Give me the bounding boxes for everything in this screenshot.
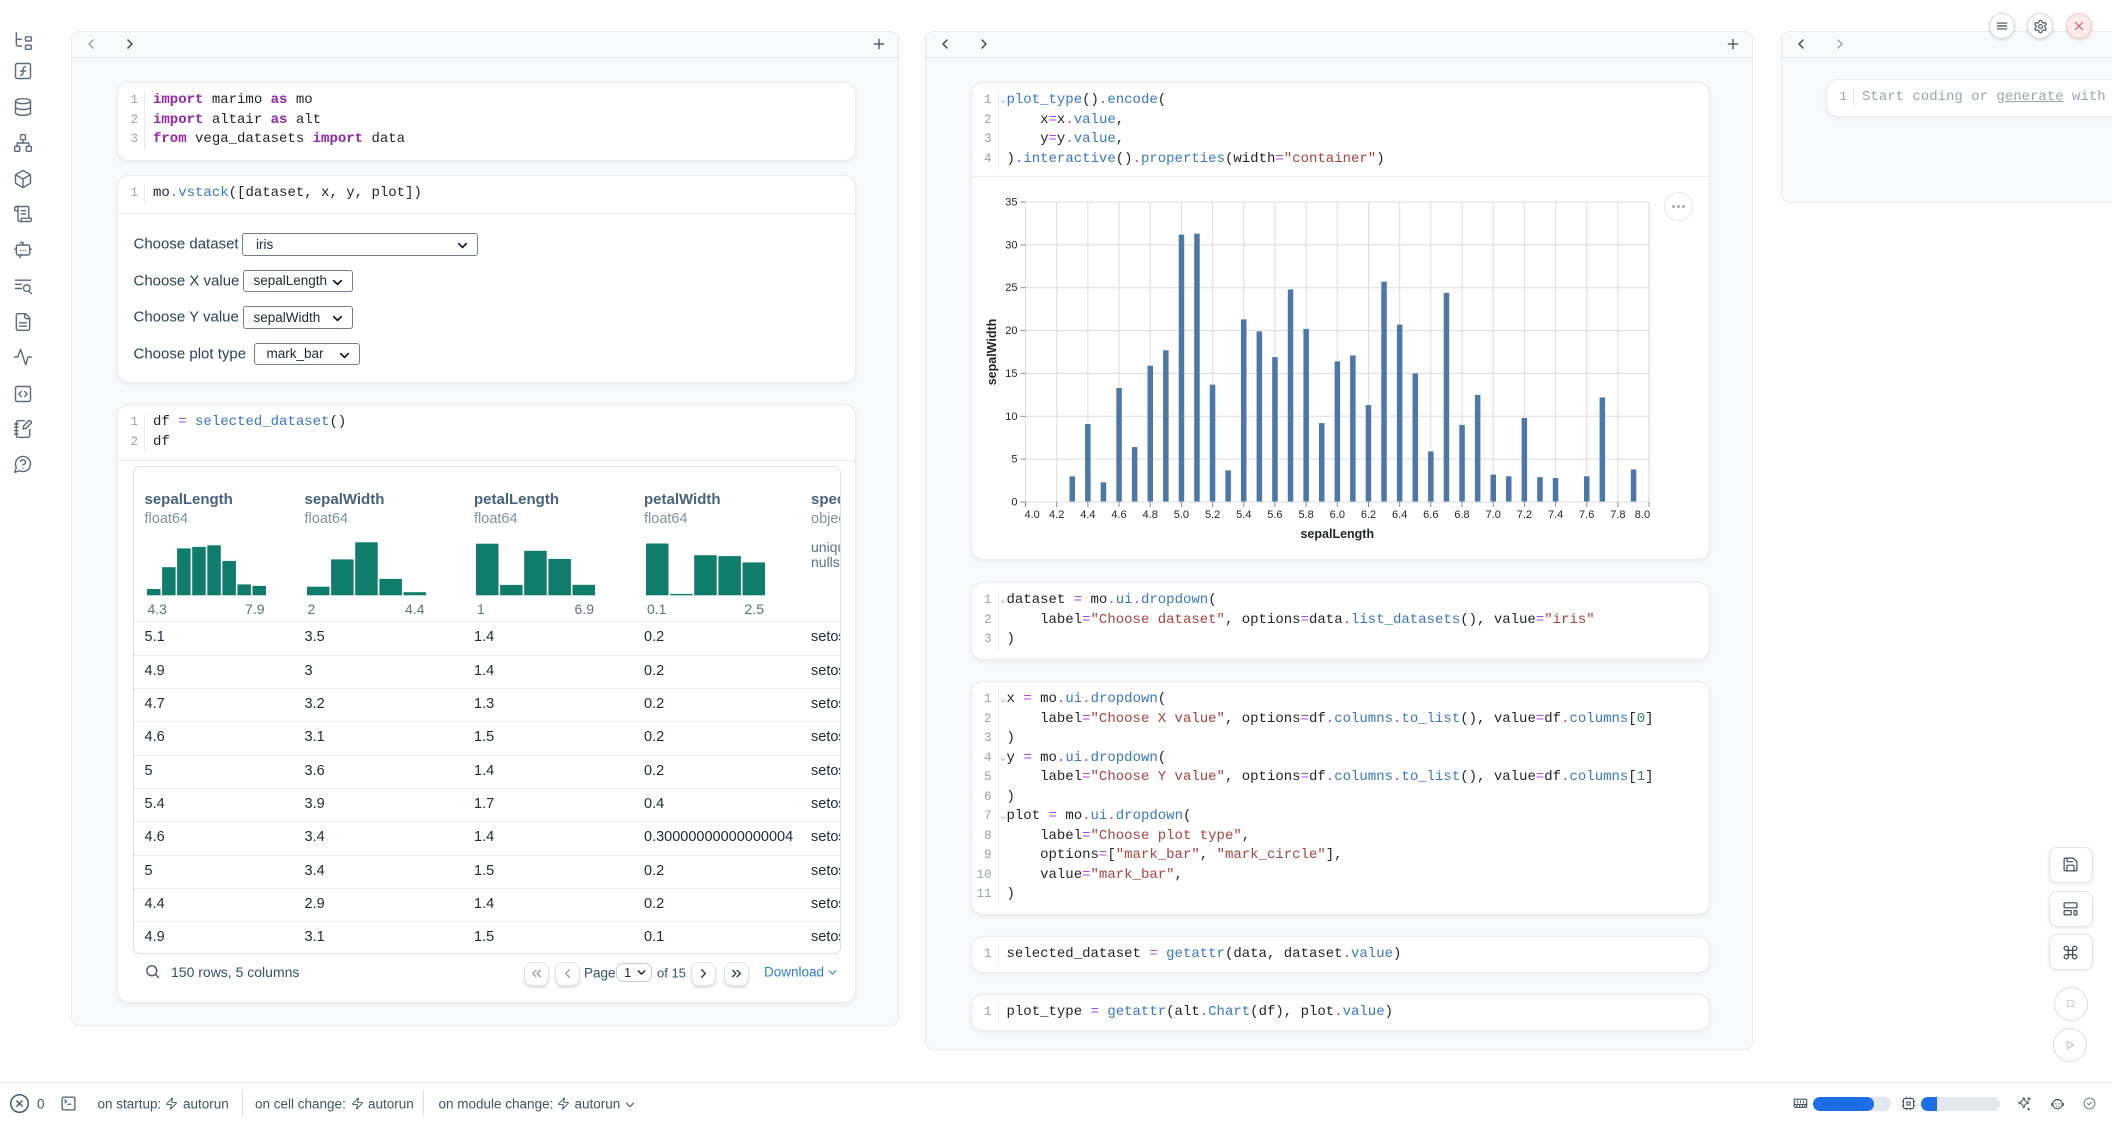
- svg-text:4.6: 4.6: [1111, 509, 1126, 521]
- svg-text:5.6: 5.6: [1267, 509, 1282, 521]
- svg-text:6.6: 6.6: [1423, 509, 1438, 521]
- svg-text:7.8: 7.8: [1610, 509, 1625, 521]
- svg-text:30: 30: [1005, 239, 1017, 251]
- svg-text:7.6: 7.6: [1579, 509, 1594, 521]
- svg-text:6.0: 6.0: [1329, 509, 1344, 521]
- svg-text:4.8: 4.8: [1142, 509, 1157, 521]
- svg-text:6.2: 6.2: [1360, 509, 1375, 521]
- svg-text:4.0: 4.0: [1024, 509, 1039, 521]
- svg-text:10: 10: [1005, 411, 1017, 423]
- svg-text:5: 5: [1011, 454, 1017, 466]
- svg-text:7.4: 7.4: [1547, 509, 1562, 521]
- svg-text:5.4: 5.4: [1236, 509, 1251, 521]
- svg-text:sepalLength: sepalLength: [1300, 527, 1374, 541]
- svg-text:sepalWidth: sepalWidth: [985, 319, 999, 386]
- svg-text:35: 35: [1005, 197, 1017, 209]
- svg-text:5.8: 5.8: [1298, 509, 1313, 521]
- svg-text:7.2: 7.2: [1516, 509, 1531, 521]
- svg-text:5.2: 5.2: [1204, 509, 1219, 521]
- svg-text:6.8: 6.8: [1454, 509, 1469, 521]
- svg-text:5.0: 5.0: [1173, 509, 1188, 521]
- svg-text:20: 20: [1005, 325, 1017, 337]
- svg-text:15: 15: [1005, 368, 1017, 380]
- svg-text:8.0: 8.0: [1634, 509, 1649, 521]
- svg-text:0: 0: [1011, 497, 1017, 509]
- svg-text:7.0: 7.0: [1485, 509, 1500, 521]
- svg-text:4.2: 4.2: [1049, 509, 1064, 521]
- svg-text:25: 25: [1005, 282, 1017, 294]
- svg-text:6.4: 6.4: [1392, 509, 1407, 521]
- svg-text:4.4: 4.4: [1080, 509, 1095, 521]
